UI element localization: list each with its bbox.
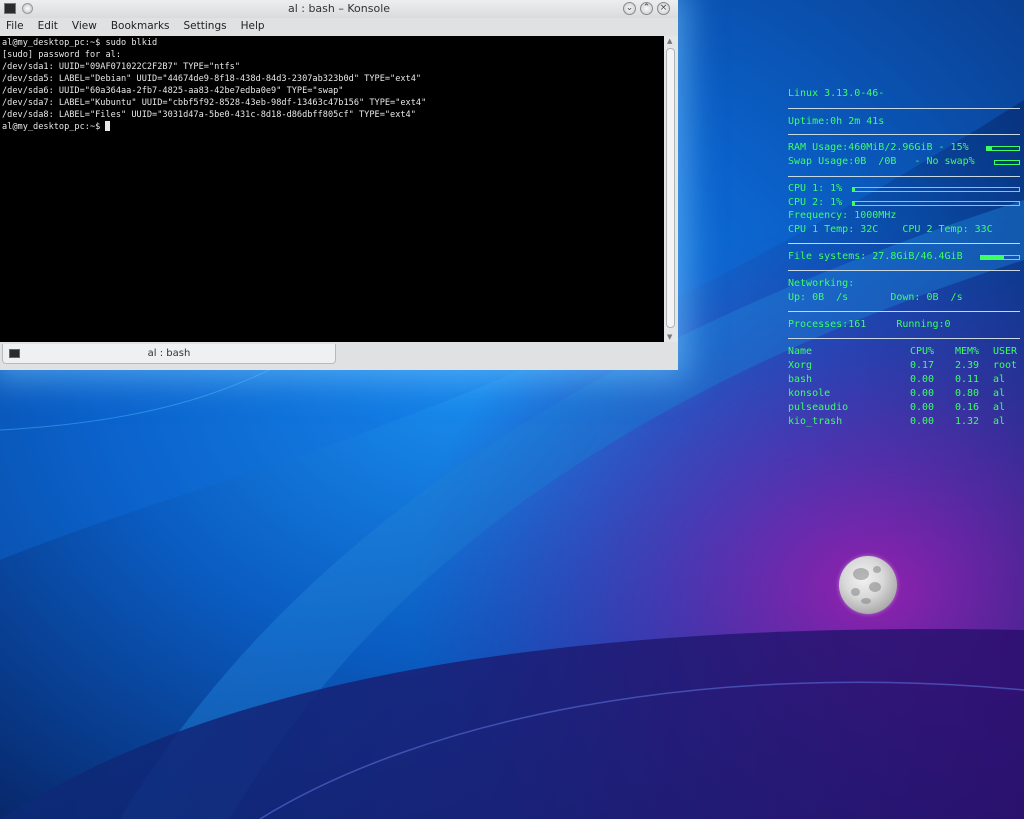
network-speed: Up: 0B /s Down: 0B /s [788, 292, 963, 303]
terminal-scrollbar[interactable]: ▲ ▼ [664, 36, 678, 342]
proc-cpu: 0.00 [910, 374, 935, 385]
process-count: Processes:161 Running:0 [788, 319, 951, 330]
terminal-line: /dev/sda8: LABEL="Files" UUID="3031d47a-… [2, 110, 416, 120]
swap-usage: Swap Usage:0B /0B - No swap% [788, 156, 975, 167]
menu-bookmarks[interactable]: Bookmarks [105, 18, 178, 35]
cpu1-bar-fill [853, 188, 855, 191]
col-header-user: USER [993, 346, 1018, 357]
col-header-mem: MEM% [955, 346, 980, 357]
menu-file[interactable]: File [0, 18, 32, 35]
proc-mem: 1.32 [955, 416, 980, 427]
scrollbar-thumb[interactable] [666, 48, 675, 328]
proc-user: al [993, 374, 1006, 385]
divider [788, 243, 1020, 244]
proc-mem: 2.39 [955, 360, 980, 371]
proc-mem: 0.11 [955, 374, 980, 385]
ram-bar-fill [987, 147, 992, 150]
proc-name: bash [788, 374, 813, 385]
menu-edit[interactable]: Edit [32, 18, 66, 35]
uptime: Uptime:0h 2m 41s [788, 116, 885, 127]
ram-usage: RAM Usage:460MiB/2.96GiB - 15% [788, 142, 969, 153]
proc-cpu: 0.00 [910, 416, 935, 427]
terminal-line: /dev/sda5: LABEL="Debian" UUID="44674de9… [2, 74, 422, 84]
tab-bash[interactable]: al : bash [2, 344, 336, 364]
cpu1-usage: CPU 1: 1% [788, 183, 843, 194]
cpu2-usage: CPU 2: 1% [788, 197, 843, 208]
terminal-line: /dev/sda6: UUID="60a364aa-2fb7-4825-aa83… [2, 86, 344, 96]
proc-name: kio_trash [788, 416, 843, 427]
scroll-up-icon[interactable]: ▲ [667, 37, 672, 45]
terminal-line: al@my_desktop_pc:~$ sudo blkid [2, 38, 158, 48]
divider [788, 108, 1020, 109]
minimize-icon[interactable]: ⌄ [623, 2, 636, 15]
terminal-prompt: al@my_desktop_pc:~$ [2, 122, 106, 132]
terminal-line: /dev/sda1: UUID="09AF071022C2F2B7" TYPE=… [2, 62, 240, 72]
proc-cpu: 0.00 [910, 402, 935, 413]
proc-user: root [993, 360, 1018, 371]
divider [788, 270, 1020, 271]
menu-bar: File Edit View Bookmarks Settings Help [0, 18, 678, 35]
divider [788, 176, 1020, 177]
proc-cpu: 0.17 [910, 360, 935, 371]
moon-icon[interactable] [839, 556, 897, 614]
filesystems: File systems: 27.8GiB/46.4GiB [788, 251, 963, 262]
divider [788, 134, 1020, 135]
networking-label: Networking: [788, 278, 855, 289]
window-title: al : bash – Konsole [287, 2, 391, 15]
terminal-line: /dev/sda7: LABEL="Kubuntu" UUID="cbbf5f9… [2, 98, 427, 108]
proc-user: al [993, 388, 1006, 399]
proc-mem: 0.80 [955, 388, 980, 399]
cpu2-bar-fill [853, 202, 855, 205]
kernel-version: Linux 3.13.0-46- [788, 88, 885, 99]
proc-user: al [993, 416, 1006, 427]
cpu-temps: CPU 1 Temp: 32C CPU 2 Temp: 33C [788, 224, 993, 235]
tab-bar: al : bash [0, 343, 678, 370]
divider [788, 338, 1020, 339]
fs-bar-fill [981, 256, 1004, 259]
swap-bar [994, 160, 1020, 165]
proc-user: al [993, 402, 1006, 413]
menu-settings[interactable]: Settings [178, 18, 235, 35]
close-icon[interactable]: × [657, 2, 670, 15]
proc-name: Xorg [788, 360, 813, 371]
proc-mem: 0.16 [955, 402, 980, 413]
proc-name: konsole [788, 388, 831, 399]
divider [788, 311, 1020, 312]
menu-view[interactable]: View [66, 18, 105, 35]
col-header-cpu: CPU% [910, 346, 935, 357]
cpu2-bar [852, 201, 1020, 206]
tab-label: al : bash [147, 348, 191, 359]
terminal-line: [sudo] password for al: [2, 50, 121, 60]
title-bar[interactable]: al : bash – Konsole ⌄ ⌃ × [0, 0, 678, 18]
cpu-frequency: Frequency: 1000MHz [788, 210, 897, 221]
menu-help[interactable]: Help [235, 18, 273, 35]
proc-cpu: 0.00 [910, 388, 935, 399]
ram-bar [986, 146, 1020, 151]
scroll-down-icon[interactable]: ▼ [667, 333, 672, 341]
terminal-cursor [105, 121, 111, 131]
fs-bar [980, 255, 1020, 260]
col-header-name: Name [788, 346, 813, 357]
proc-name: pulseaudio [788, 402, 849, 413]
terminal-output[interactable]: al@my_desktop_pc:~$ sudo blkid [sudo] pa… [0, 36, 664, 342]
maximize-icon[interactable]: ⌃ [640, 2, 653, 15]
cpu1-bar [852, 187, 1020, 192]
konsole-window[interactable]: al : bash – Konsole ⌄ ⌃ × File Edit View… [0, 0, 678, 370]
